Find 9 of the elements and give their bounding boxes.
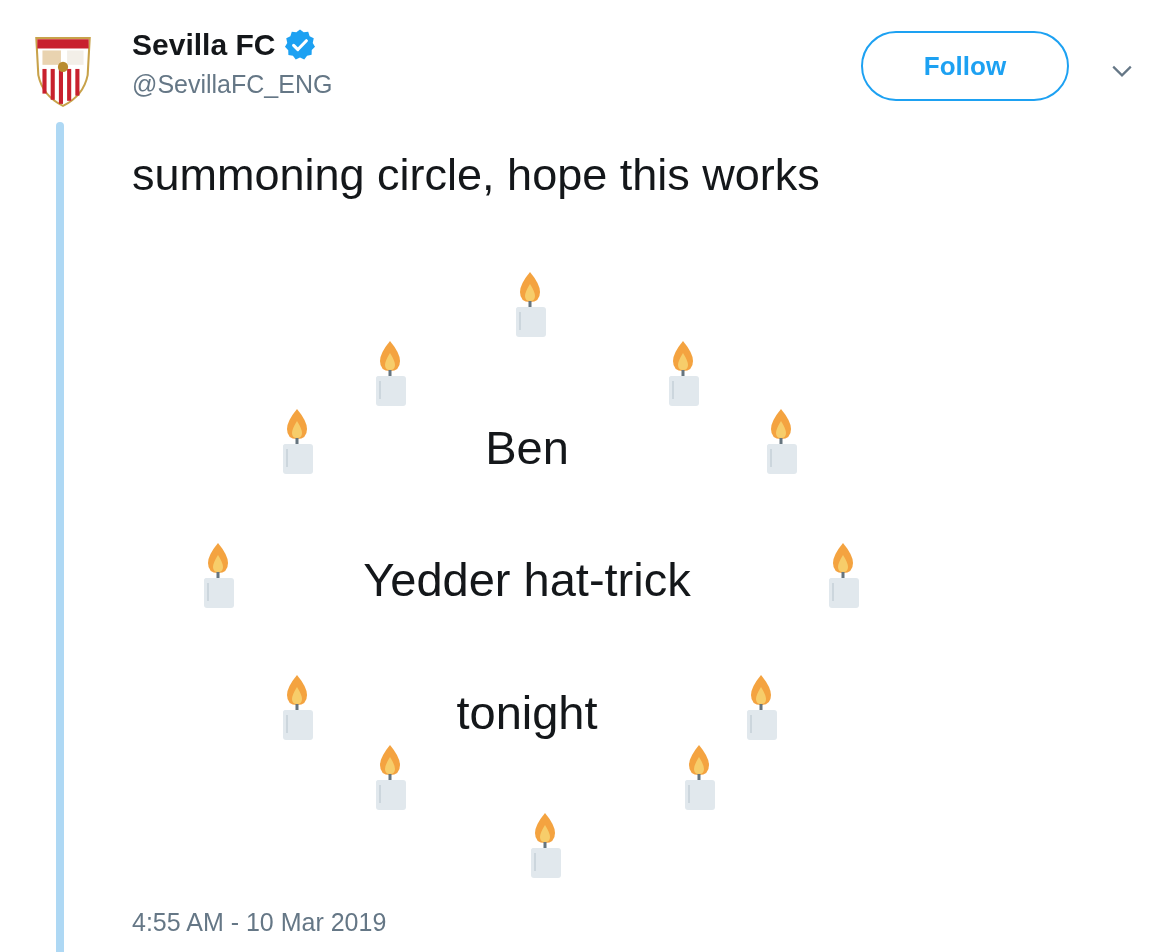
circle-text: tonight [456, 685, 598, 741]
tweet-timestamp[interactable]: 4:55 AM - 10 Mar 2019 [132, 908, 387, 937]
author-name[interactable]: Sevilla FC [132, 28, 276, 62]
author-handle[interactable]: @SevillaFC_ENG [132, 70, 861, 99]
follow-button[interactable]: Follow [861, 31, 1069, 101]
caret-icon[interactable] [1111, 64, 1133, 78]
tweet-text: summoning circle, hope this works [132, 149, 821, 201]
circle-text: Yedder hat-trick [363, 552, 691, 608]
circle-text: Ben [485, 420, 569, 476]
